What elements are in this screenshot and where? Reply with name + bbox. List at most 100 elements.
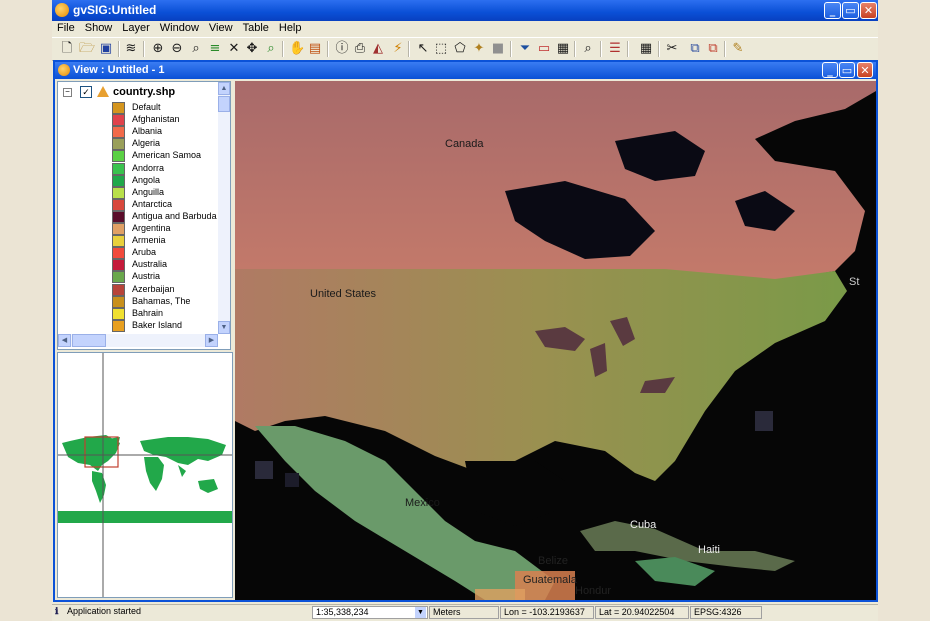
map-label-guatemala: Guatemala [523,574,577,586]
legend-item[interactable]: Armenia [112,235,218,248]
scale-selector[interactable]: 1:35,338,234 ▼ [312,606,428,619]
view-close-button[interactable]: ✕ [857,62,873,78]
view-maximize-button[interactable]: ▭ [839,62,855,78]
rectangle-icon[interactable]: ▭ [536,41,552,57]
legend-label: Argentina [132,223,171,233]
select-polygon-icon[interactable]: ⬠ [452,41,468,57]
legend-item[interactable]: Afghanistan [112,114,218,127]
locator-map[interactable] [57,352,233,598]
dropdown-chevron-icon[interactable]: ▼ [415,607,426,618]
map-label-haiti: Haiti [698,544,721,556]
gray-square-icon[interactable]: ■ [490,41,506,57]
zoom-out-icon[interactable]: ⊖ [169,41,185,57]
save-icon[interactable]: ▣ [98,41,114,57]
units-display: Meters [429,606,499,619]
horizontal-scroll-thumb[interactable] [72,334,106,347]
locate-icon[interactable]: ⌕ [580,41,596,57]
refresh-icon[interactable]: ≡ [207,41,223,57]
edit-icon[interactable]: ✎ [730,41,746,57]
locator-world-map [58,353,232,597]
scroll-left-icon[interactable]: ◀ [58,334,71,347]
layer-row[interactable]: − ✓ country.shp [58,84,218,100]
view-minimize-button[interactable]: _ [822,62,838,78]
scroll-thumb[interactable] [218,96,230,112]
legend-item[interactable]: Albania [112,126,218,139]
legend-item[interactable]: American Samoa [112,150,218,163]
layer-visibility-checkbox[interactable]: ✓ [80,86,92,98]
gvsig-logo-icon [55,3,69,17]
legend-item[interactable]: Azerbaijan [112,283,218,296]
menu-layer[interactable]: Layer [117,21,155,36]
zoom-extent-icon[interactable]: ✥ [244,41,260,57]
menu-window[interactable]: Window [155,21,204,36]
maximize-button[interactable]: ▭ [842,2,859,19]
menubar: File Show Layer Window View Table Help [52,21,878,36]
zoom-select-icon[interactable]: ⌕ [188,41,204,57]
legend-item[interactable]: Angola [112,174,218,187]
select-pointer-icon[interactable]: ↖ [415,41,431,57]
menu-show[interactable]: Show [80,21,118,36]
paste-icon[interactable]: ⧉ [705,41,721,57]
open-icon[interactable]: 🗁 [79,41,95,57]
legend-item[interactable]: Austria [112,271,218,284]
legend-item[interactable]: Australia [112,259,218,272]
hyperlink-icon[interactable]: ⚡ [390,41,406,57]
map-label-united-states: United States [310,288,377,300]
legend-label: Baker Island [132,319,183,330]
legend-swatch [112,247,125,260]
tools-icon[interactable]: ✂ [664,41,680,57]
menu-table[interactable]: Table [238,21,274,36]
legend-swatch [112,271,125,284]
legend-swatch [112,114,125,127]
legend-item[interactable]: Argentina [112,223,218,235]
legend-swatch [112,223,125,235]
menu-file[interactable]: File [52,21,80,36]
pan-hand-icon[interactable]: ✋ [289,41,305,57]
layers-icon[interactable]: ≋ [123,41,139,57]
map-canvas[interactable]: Canada United States Mexico Cuba Haiti B… [235,81,876,600]
zoom-full-icon[interactable]: ✕ [226,41,242,57]
legend-swatch [112,259,125,272]
collapse-toggle[interactable]: − [63,88,72,97]
legend-swatch [112,126,125,139]
info-icon[interactable]: ⓘ [334,41,350,57]
measure-area-icon[interactable]: ◭ [370,41,386,57]
scroll-right-icon[interactable]: ▶ [205,334,218,347]
scroll-up-icon[interactable]: ▲ [218,82,230,95]
legend-item[interactable]: Bahrain [112,307,218,320]
legend-item[interactable]: Baker Island [112,319,218,332]
legend-item[interactable]: Default [112,102,218,114]
toc-vertical-scrollbar[interactable]: ▲ ▼ [218,82,230,334]
toc-list: − ✓ country.shp Default Afghanistan Albani… [58,82,218,334]
scroll-down-icon[interactable]: ▼ [218,321,230,334]
menu-help[interactable]: Help [274,21,307,36]
legend-item[interactable]: Antarctica [112,198,218,211]
map-label-canada: Canada [445,138,484,150]
layer-extent-icon[interactable]: ▤ [307,41,323,57]
new-icon[interactable]: 🗋 [59,41,75,57]
print-icon[interactable]: ⎙ [352,41,368,57]
toc-horizontal-scrollbar[interactable]: ◀ ▶ [58,334,218,347]
legend-label: Australia [132,259,168,270]
table-icon[interactable]: ▦ [638,41,654,57]
select-rectangle-icon[interactable]: ⬚ [433,41,449,57]
legend-item[interactable]: Aruba [112,247,218,260]
legend-item[interactable]: Bahamas, The [112,295,218,308]
copy-icon[interactable]: ⧉ [687,41,703,57]
legend-item[interactable]: Algeria [112,138,218,151]
legend-item[interactable]: Antigua and Barbuda [112,210,218,223]
menu-view[interactable]: View [204,21,238,36]
select-layer-icon[interactable]: ✦ [471,41,487,57]
legend-item[interactable]: Andorra [112,162,218,175]
legend-item[interactable]: Anguilla [112,186,218,199]
legend-label: Antarctica [132,198,173,209]
table-of-contents: − ✓ country.shp Default Afghanistan Albani… [57,81,231,350]
filter-icon[interactable]: ⏷ [517,41,533,57]
zoom-previous-icon[interactable]: ⌕ [263,41,279,57]
minimize-button[interactable]: _ [824,2,841,19]
image-icon[interactable]: ▦ [555,41,571,57]
legend-icon[interactable]: ☰ [607,41,623,57]
close-button[interactable]: ✕ [860,2,877,19]
zoom-in-icon[interactable]: ⊕ [150,41,166,57]
app-title: gvSIG:Untitled [73,3,157,17]
